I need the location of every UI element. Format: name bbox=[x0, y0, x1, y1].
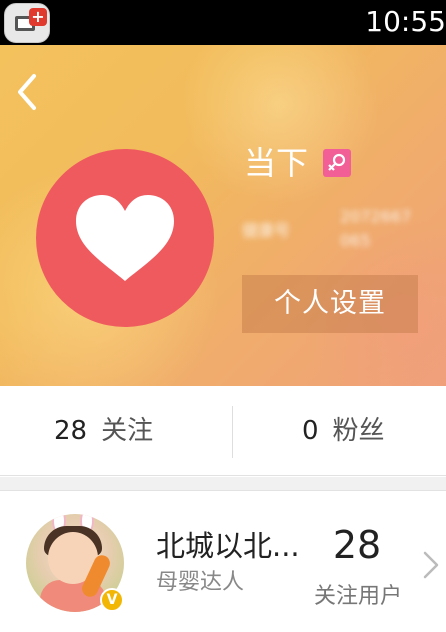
health-id: 健康号 2072667065 bbox=[242, 205, 432, 265]
followed-user-card[interactable]: V 北城以北... 母婴达人 28 关注用户 bbox=[0, 492, 446, 632]
status-bar: + 10:55 bbox=[0, 0, 446, 45]
username: 当下 bbox=[244, 144, 309, 182]
following-label: 关注 bbox=[101, 416, 154, 446]
personal-settings-button[interactable]: 个人设置 bbox=[242, 275, 418, 333]
stats-divider bbox=[232, 406, 233, 458]
status-time: 10:55 bbox=[365, 5, 446, 38]
health-id-label: 健康号 bbox=[242, 221, 291, 240]
fans-stat[interactable]: 0 粉丝 bbox=[302, 386, 385, 476]
following-stat[interactable]: 28 关注 bbox=[54, 386, 153, 476]
following-count: 28 bbox=[54, 416, 88, 446]
fans-count: 0 bbox=[302, 416, 319, 446]
chevron-right-icon[interactable] bbox=[422, 550, 440, 580]
tv-plus-app-icon: + bbox=[4, 3, 50, 43]
profile-header: 当下 健康号 2072667065 个人设置 bbox=[0, 45, 446, 386]
chevron-left-icon bbox=[18, 74, 36, 110]
female-icon bbox=[323, 149, 351, 177]
back-button[interactable] bbox=[10, 70, 50, 114]
user-name: 北城以北... bbox=[156, 529, 300, 563]
health-id-value: 2072667065 bbox=[340, 207, 412, 250]
fans-label: 粉丝 bbox=[332, 416, 385, 446]
follow-count-label: 关注用户 bbox=[313, 584, 402, 609]
section-divider bbox=[0, 477, 446, 491]
heart-icon bbox=[76, 195, 174, 281]
user-description: 母婴达人 bbox=[156, 570, 245, 595]
verified-badge: V bbox=[100, 588, 124, 612]
profile-avatar[interactable] bbox=[36, 149, 214, 327]
stats-row: 28 关注 0 粉丝 bbox=[0, 386, 446, 476]
follow-count: 28 bbox=[332, 523, 382, 567]
